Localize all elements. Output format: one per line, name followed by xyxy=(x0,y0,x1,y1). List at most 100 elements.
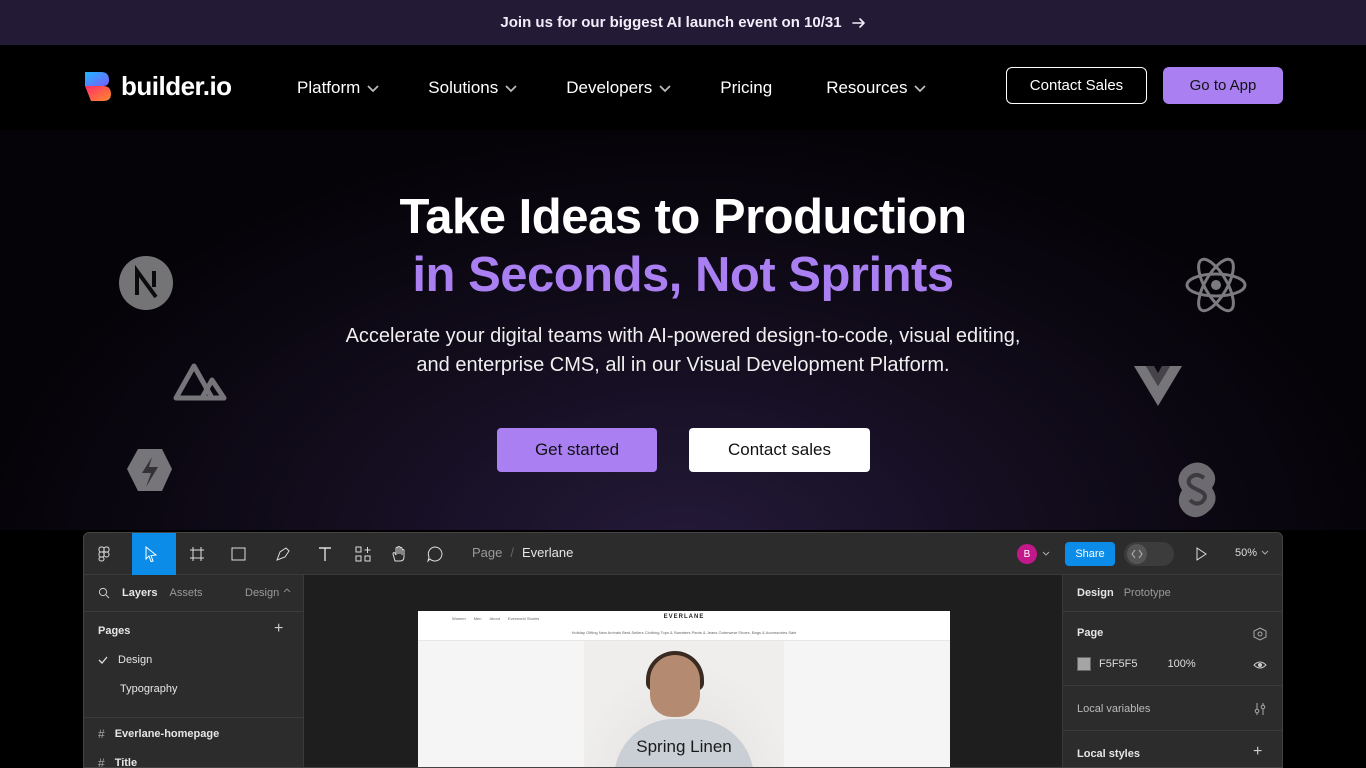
nav-developers[interactable]: Developers xyxy=(566,75,672,101)
right-panel-tabs: Design Prototype xyxy=(1077,587,1171,599)
hand-tool-icon[interactable] xyxy=(390,545,408,563)
brand-logo[interactable]: builder.io xyxy=(83,70,232,102)
comment-tool-icon[interactable] xyxy=(426,545,444,563)
layer-label: Title xyxy=(114,757,138,768)
tab-assets[interactable]: Assets xyxy=(169,587,202,599)
nav-platform-label: Platform xyxy=(297,78,361,97)
announcement-banner[interactable]: Join us for our biggest AI launch event … xyxy=(0,0,1366,45)
frame-hash-icon: # xyxy=(98,756,105,768)
add-style-icon[interactable]: + xyxy=(1253,743,1262,761)
nav-pricing[interactable]: Pricing xyxy=(720,75,772,101)
layer-label: Everlane-homepage xyxy=(114,728,220,740)
site-header: Women Men About Everworld Stories EVERLA… xyxy=(418,611,950,641)
page-fill-opacity[interactable]: 100% xyxy=(1168,658,1196,670)
get-started-button[interactable]: Get started xyxy=(497,428,657,472)
layer-item-everlane-homepage[interactable]: # Everlane-homepage xyxy=(98,727,219,741)
divider xyxy=(1063,611,1282,612)
page-section-heading: Page xyxy=(1077,627,1104,639)
editor-preview: Page / Everlane B Share 50% Layers Asset… xyxy=(83,532,1283,768)
color-swatch[interactable] xyxy=(1077,657,1091,671)
sliders-icon[interactable] xyxy=(1253,702,1267,716)
share-button[interactable]: Share xyxy=(1065,542,1115,566)
page-fill-hex[interactable]: F5F5F5 xyxy=(1099,658,1138,670)
page-item-label: Typography xyxy=(120,683,178,695)
rectangle-tool-icon[interactable] xyxy=(230,545,248,563)
chevron-down-icon xyxy=(1261,550,1269,555)
library-icon[interactable] xyxy=(1253,627,1267,641)
page-item-label: Design xyxy=(118,654,153,666)
site-hero-caption: Spring Linen xyxy=(636,737,732,756)
chevron-down-icon xyxy=(1042,551,1050,556)
site-subnav: Holiday Gifting New Arrivals Best-Seller… xyxy=(571,630,797,635)
frame-hash-icon: # xyxy=(98,727,105,741)
page-fill-row[interactable]: F5F5F5 100% xyxy=(1077,657,1196,671)
divider xyxy=(84,717,304,718)
search-icon[interactable] xyxy=(98,587,110,599)
hero-title-line2: in Seconds, Not Sprints xyxy=(412,248,954,302)
divider xyxy=(84,611,304,612)
chevron-down-icon xyxy=(659,85,671,93)
user-avatar[interactable]: B xyxy=(1017,544,1037,564)
page-item-design[interactable]: Design xyxy=(98,654,152,666)
local-variables-label[interactable]: Local variables xyxy=(1077,703,1150,715)
chevron-down-icon xyxy=(505,85,517,93)
tab-design[interactable]: Design xyxy=(1077,587,1114,599)
top-nav: builder.io Platform Solutions Developers… xyxy=(0,45,1366,130)
check-icon xyxy=(98,656,108,664)
design-canvas[interactable]: Women Men About Everworld Stories EVERLA… xyxy=(304,575,1062,767)
page-item-typography[interactable]: Typography xyxy=(120,683,177,695)
nav-solutions-label: Solutions xyxy=(428,78,499,97)
divider xyxy=(1063,730,1282,731)
website-frame[interactable]: Women Men About Everworld Stories EVERLA… xyxy=(418,611,950,767)
pen-tool-icon[interactable] xyxy=(274,545,292,563)
arrow-right-icon xyxy=(851,17,865,28)
dev-mode-toggle[interactable] xyxy=(1124,542,1174,566)
zoom-label: 50% xyxy=(1235,547,1258,559)
editor-toolbar: Page / Everlane B Share 50% xyxy=(84,533,1282,575)
play-icon[interactable] xyxy=(1192,545,1210,563)
react-icon xyxy=(1185,257,1247,313)
tab-layers[interactable]: Layers xyxy=(122,587,157,599)
nav-resources-label: Resources xyxy=(826,78,908,97)
design-dropdown[interactable]: Design xyxy=(245,587,291,599)
announcement-text[interactable]: Join us for our biggest AI launch event … xyxy=(500,14,841,31)
left-panel-tabs: Layers Assets xyxy=(98,587,203,599)
builder-logo-icon xyxy=(85,72,111,101)
model-face xyxy=(650,655,700,717)
vue-icon xyxy=(1134,366,1182,406)
code-icon xyxy=(1131,549,1143,559)
contact-sales-button[interactable]: Contact sales xyxy=(689,428,870,472)
breadcrumb: Page / Everlane xyxy=(472,545,573,560)
nextjs-icon xyxy=(119,256,173,310)
figma-menu-icon[interactable] xyxy=(96,545,114,563)
breadcrumb-current[interactable]: Everlane xyxy=(522,545,573,560)
breadcrumb-root[interactable]: Page xyxy=(472,545,502,560)
components-tool-icon[interactable] xyxy=(354,545,372,563)
eye-icon[interactable] xyxy=(1253,658,1267,672)
nav-solutions[interactable]: Solutions xyxy=(428,75,518,101)
chevron-down-icon xyxy=(367,85,379,93)
site-brand: EVERLANE xyxy=(663,614,705,620)
nuxt-icon xyxy=(173,363,227,401)
layer-item-title[interactable]: # Title xyxy=(98,756,138,768)
layers-panel: Layers Assets Design Pages + Design Typo… xyxy=(84,575,304,768)
breadcrumb-separator: / xyxy=(510,545,514,560)
nav-pricing-label: Pricing xyxy=(720,78,773,97)
go-to-app-button[interactable]: Go to App xyxy=(1163,67,1283,104)
local-styles-label: Local styles xyxy=(1077,748,1140,760)
divider xyxy=(1063,685,1282,686)
nav-platform[interactable]: Platform xyxy=(297,75,380,101)
main-menu: Platform Solutions Developers Pricing Re… xyxy=(297,75,975,101)
design-dropdown-label: Design xyxy=(245,587,280,599)
add-page-icon[interactable]: + xyxy=(274,620,283,638)
svelte-icon xyxy=(1178,462,1216,518)
frame-tool-icon[interactable] xyxy=(188,545,206,563)
hero-section: Take Ideas to Production in Seconds, Not… xyxy=(0,130,1366,530)
contact-sales-nav-button[interactable]: Contact Sales xyxy=(1006,67,1147,104)
zoom-control[interactable]: 50% xyxy=(1235,547,1269,559)
text-tool-icon[interactable] xyxy=(316,545,334,563)
qwik-icon xyxy=(127,449,172,491)
hero-title-line1: Take Ideas to Production xyxy=(399,190,967,244)
tab-prototype[interactable]: Prototype xyxy=(1124,587,1171,599)
nav-resources[interactable]: Resources xyxy=(826,75,927,101)
